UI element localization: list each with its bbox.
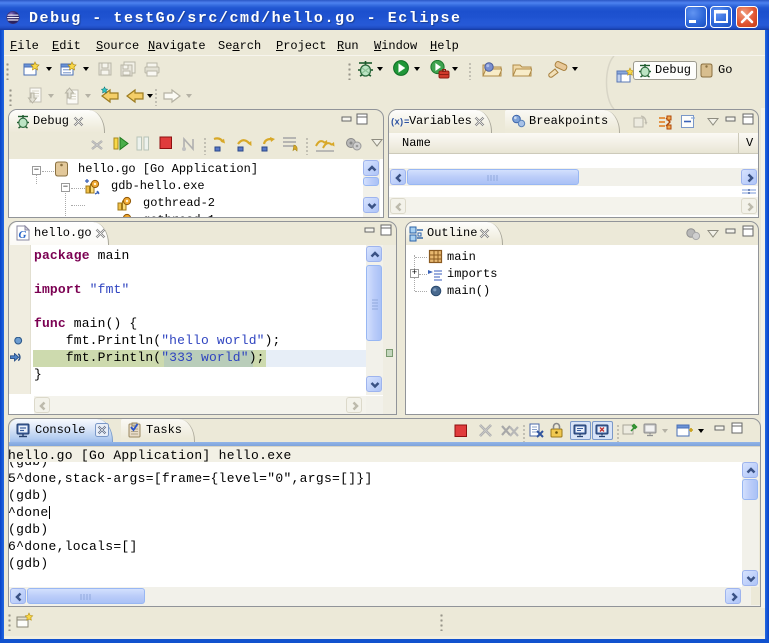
svg-text:(x): (x): [390, 118, 403, 128]
svg-text:G: G: [19, 229, 27, 241]
